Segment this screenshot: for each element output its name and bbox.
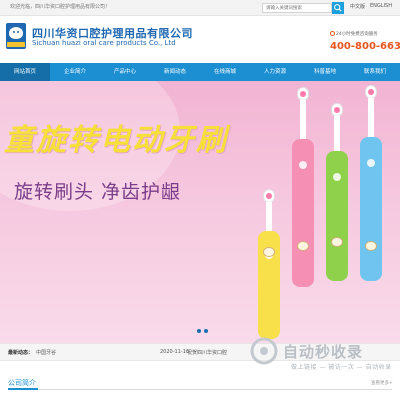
bear-sticker-blue xyxy=(365,241,377,251)
nav-item-hr[interactable]: 人力资源 xyxy=(250,63,300,81)
nav-item-products[interactable]: 产品中心 xyxy=(100,63,150,81)
watermark-logo-icon xyxy=(250,337,278,365)
logo-eye-right xyxy=(17,31,19,33)
search-icon xyxy=(334,4,342,12)
watermark-subtext: 做上链接 — 被访一次 — 自动收录 xyxy=(291,364,392,371)
toothbrush-blue xyxy=(360,85,382,281)
watermark-text: 自动秒收录 xyxy=(283,343,364,361)
toothbrush-green xyxy=(326,103,348,281)
section-divider-accent xyxy=(8,388,38,390)
banner-headline: 童旋转电动牙刷 xyxy=(4,123,228,158)
nav-item-shop[interactable]: 在线商城 xyxy=(200,63,250,81)
hero-banner[interactable]: 童旋转电动牙刷 旋转刷头 净齿护龈 xyxy=(0,81,400,343)
search-button[interactable] xyxy=(332,2,344,14)
news-label: 最新动态： xyxy=(8,350,34,356)
banner-dot-1[interactable] xyxy=(197,329,201,333)
logo-ribbon xyxy=(7,42,25,47)
hotline-number: 400-800-6632 xyxy=(330,41,400,52)
nav-item-science[interactable]: 科普基地 xyxy=(300,63,350,81)
bear-sticker-green xyxy=(331,237,343,247)
company-logo[interactable] xyxy=(6,23,26,49)
logo-tooth-face xyxy=(9,27,23,39)
news-date: 2020-11-16 xyxy=(160,349,190,355)
section-more-link[interactable]: 查看更多+ xyxy=(371,380,393,386)
news-tag-link[interactable]: 中国牙谷 xyxy=(36,349,56,356)
bear-sticker-pink xyxy=(297,241,309,251)
news-title-link[interactable]: 祝贺四川华资口腔 xyxy=(187,349,227,356)
toothbrush-pink xyxy=(292,87,314,287)
toothbrush-yellow xyxy=(258,189,280,339)
banner-subline: 旋转刷头 净齿护龈 xyxy=(14,181,182,203)
hotline-label: 24小时免费咨询服务 xyxy=(336,32,378,37)
phone-icon xyxy=(330,31,335,36)
main-nav: 网站首页 企业简介 产品中心 新闻动态 在线商城 人力资源 科普基地 联系我们 xyxy=(0,63,400,81)
lang-english-link[interactable]: ENGLISH xyxy=(370,3,392,9)
company-intro-section: 公司简介 查看更多+ xyxy=(0,372,400,400)
section-title: 公司简介 xyxy=(8,379,36,387)
banner-dot-2[interactable] xyxy=(204,329,208,333)
nav-item-home[interactable]: 网站首页 xyxy=(0,63,50,81)
bear-sticker-yellow xyxy=(263,247,275,257)
top-utility-bar: 欢迎光临，四川华资口腔护理用品有限公司！ 中文版 ENGLISH xyxy=(0,0,400,16)
section-divider xyxy=(8,389,392,390)
nav-item-news[interactable]: 新闻动态 xyxy=(150,63,200,81)
search-input[interactable] xyxy=(262,3,332,13)
banner-pagination xyxy=(197,329,208,333)
logo-eye-left xyxy=(13,31,15,33)
lang-chinese-link[interactable]: 中文版 xyxy=(350,3,365,10)
company-name-english: Sichuan huazi oral care products Co., Lt… xyxy=(32,39,176,47)
nav-item-about[interactable]: 企业简介 xyxy=(50,63,100,81)
site-header: 四川华资口腔护理用品有限公司 Sichuan huazi oral care p… xyxy=(0,17,400,63)
nav-item-contact[interactable]: 联系我们 xyxy=(350,63,400,81)
welcome-text: 欢迎光临，四川华资口腔护理用品有限公司！ xyxy=(10,4,111,10)
